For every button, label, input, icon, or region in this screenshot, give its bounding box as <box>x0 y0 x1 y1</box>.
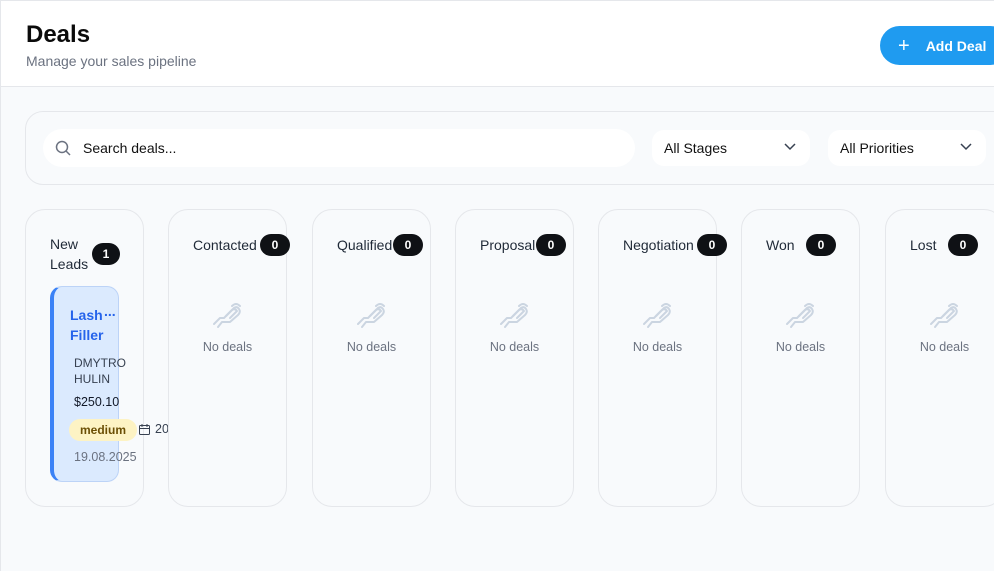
empty-state-text: No deals <box>919 340 970 354</box>
handshake-icon <box>643 303 671 328</box>
deal-card[interactable]: Lash Filler ... DMYTRO HULIN $250.10 med… <box>50 286 169 482</box>
handshake-icon <box>357 303 385 328</box>
calendar-icon <box>139 424 150 435</box>
column-title: Proposal <box>480 237 536 253</box>
more-options-icon[interactable]: ... <box>104 303 116 319</box>
handshake-icon <box>786 303 814 328</box>
deal-amount: $250.10 <box>74 395 120 409</box>
deal-date-short: 20 <box>155 422 169 436</box>
empty-state-text: No deals <box>775 340 826 354</box>
deal-date: 19.08.2025 <box>74 450 137 464</box>
page-border <box>0 87 1 571</box>
column-title: Contacted <box>193 237 257 253</box>
add-deal-button[interactable]: + Add Deal <box>880 26 994 65</box>
stage-select-value: All Stages <box>664 140 728 156</box>
count-badge: 0 <box>393 234 423 256</box>
stage-select[interactable]: All Stages <box>652 130 810 166</box>
column-title: Negotiation <box>623 237 694 253</box>
handshake-icon <box>930 303 958 328</box>
empty-state-text: No deals <box>202 340 253 354</box>
column-lost: Lost 0 No deals <box>885 209 994 507</box>
column-title: Qualified <box>337 237 393 253</box>
filter-bar: All Stages All Priorities <box>25 111 994 185</box>
plus-icon: + <box>898 34 910 57</box>
column-won: Won 0 No deals <box>741 209 860 507</box>
count-badge: 0 <box>948 234 978 256</box>
chevron-down-icon <box>784 143 796 151</box>
search-box[interactable] <box>43 129 635 167</box>
deal-contact: DMYTRO HULIN <box>74 356 126 386</box>
column-title: New Leads <box>50 234 88 274</box>
count-badge: 0 <box>806 234 836 256</box>
column-title-line: Leads <box>50 256 89 272</box>
page-title: Deals <box>26 21 91 48</box>
search-input[interactable] <box>83 140 603 156</box>
empty-state-text: No deals <box>346 340 397 354</box>
page-subtitle: Manage your sales pipeline <box>26 53 197 69</box>
search-icon <box>55 140 71 156</box>
column-contacted: Contacted 0 No deals <box>168 209 290 507</box>
column-title-line: New <box>50 236 79 252</box>
handshake-icon <box>500 303 528 328</box>
chevron-down-icon <box>960 143 972 151</box>
handshake-icon <box>213 303 241 328</box>
column-qualified: Qualified 0 No deals <box>312 209 431 507</box>
count-badge: 0 <box>697 234 727 256</box>
priority-select-value: All Priorities <box>840 140 914 156</box>
page-header: Deals Manage your sales pipeline + Add D… <box>0 0 994 87</box>
empty-state-text: No deals <box>489 340 540 354</box>
count-badge: 0 <box>536 234 566 256</box>
column-negotiation: Negotiation 0 No deals <box>598 209 727 507</box>
priority-select[interactable]: All Priorities <box>828 130 986 166</box>
column-title: Lost <box>910 237 937 253</box>
column-title: Won <box>766 237 795 253</box>
count-badge: 1 <box>92 243 120 265</box>
empty-state-text: No deals <box>632 340 683 354</box>
priority-badge: medium <box>69 419 138 441</box>
add-deal-label: Add Deal <box>925 37 987 54</box>
column-proposal: Proposal 0 No deals <box>455 209 574 507</box>
count-badge: 0 <box>260 234 290 256</box>
